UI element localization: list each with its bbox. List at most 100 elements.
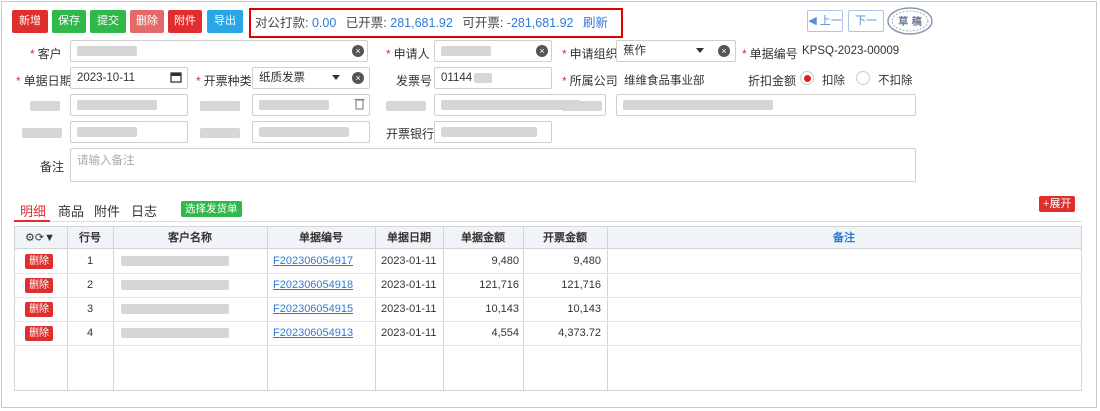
row-delete-button[interactable]: 删除 — [25, 326, 53, 341]
remark-textarea[interactable]: 请输入备注 — [70, 148, 916, 182]
trash-icon[interactable] — [354, 97, 365, 110]
row-customer — [121, 298, 229, 320]
refresh-link[interactable]: 刷新 — [583, 16, 608, 30]
available-label: 可开票: — [462, 16, 504, 30]
invoice-type-dropdown-icon — [332, 75, 340, 80]
row-amount: 4,554 — [491, 327, 519, 339]
row-number: 2 — [86, 279, 94, 291]
company-value: 维维食品事业部 — [624, 75, 705, 87]
row-number: 1 — [86, 255, 94, 267]
date-label: * 单据日期 — [16, 74, 72, 88]
invoice-address-label — [562, 98, 602, 112]
header-amount: 单据金额 — [461, 232, 505, 244]
chevron-left-icon: ◀ — [808, 15, 817, 27]
row-customer — [121, 250, 229, 272]
tax-id-input[interactable] — [70, 94, 188, 116]
tab-log[interactable]: 日志 — [131, 201, 157, 220]
draft-stamp-icon: 草 稿 — [887, 7, 933, 35]
phone-input[interactable] — [70, 121, 188, 143]
doc-no-value: KPSQ-2023-00009 — [802, 45, 900, 57]
tab-detail[interactable]: 明细 — [20, 201, 46, 220]
applicant-clear-icon[interactable]: × — [536, 45, 548, 57]
tax-id-label — [30, 98, 60, 112]
refresh-icon[interactable]: ⟳ — [35, 232, 44, 244]
row-date: 2023-01-11 — [381, 327, 437, 339]
amount-summary: 对公打款: 0.00 已开票: 281,681.92 可开票: -281,681… — [249, 8, 623, 38]
customer-input[interactable] — [70, 40, 368, 62]
gear-icon[interactable]: ⚙ — [25, 232, 35, 244]
new-button[interactable]: 新增 — [12, 10, 48, 33]
delete-button[interactable]: 删除 — [130, 10, 164, 33]
org-dropdown-icon — [696, 48, 704, 53]
bank-input[interactable] — [434, 121, 552, 143]
header-remark: 备注 — [833, 232, 855, 244]
discount-label: 折扣金额 — [748, 74, 797, 88]
available-value: -281,681.92 — [506, 16, 574, 30]
doc-no-label: * 单据编号 — [742, 47, 798, 61]
invoice-type-label: * 开票种类 — [196, 74, 252, 88]
row-customer — [121, 274, 229, 296]
discount-no-deduct-label: 不扣除 — [878, 75, 913, 87]
save-button[interactable]: 保存 — [52, 10, 86, 33]
address-input[interactable] — [252, 94, 370, 116]
discount-no-deduct-radio[interactable] — [856, 71, 870, 85]
row-docno-link[interactable]: F202306054917 — [273, 250, 353, 272]
prev-label: 上一 — [819, 15, 842, 27]
filter-icon[interactable]: ▼ — [44, 232, 55, 244]
invoice-no-input[interactable]: 01144 — [434, 67, 552, 89]
invoice-address-input[interactable] — [616, 94, 916, 116]
tab-divider — [14, 221, 1082, 222]
header-docno: 单据编号 — [299, 232, 343, 244]
public-payment-label: 对公打款: — [255, 16, 309, 30]
next-button[interactable]: 下一 — [848, 10, 884, 32]
calendar-icon[interactable] — [170, 71, 182, 83]
row-amount: 9,480 — [491, 255, 519, 267]
applicant-label: * 申请人 — [386, 47, 430, 61]
row-delete-button[interactable]: 删除 — [25, 278, 53, 293]
customer-clear-icon[interactable]: × — [352, 45, 364, 57]
row-date: 2023-01-11 — [381, 303, 437, 315]
table-settings[interactable]: ⚙⟳▼ — [25, 227, 55, 249]
prev-button[interactable]: ◀ 上一 — [807, 10, 843, 32]
phone-label — [22, 125, 62, 139]
active-tab-indicator — [14, 220, 50, 222]
applicant-input[interactable] — [434, 40, 552, 62]
row-docno-link[interactable]: F202306054913 — [273, 322, 353, 344]
tab-attachment[interactable]: 附件 — [94, 201, 120, 220]
invoice-type-clear-icon[interactable]: × — [352, 72, 364, 84]
row-delete-button[interactable]: 删除 — [25, 302, 53, 317]
address-label — [200, 98, 240, 112]
tab-goods[interactable]: 商品 — [58, 201, 84, 220]
header-invoice-amount: 开票金额 — [543, 232, 587, 244]
col-divider — [113, 227, 114, 390]
next-label: 下一 — [855, 15, 877, 27]
org-label: * 申请组织 — [562, 47, 618, 61]
expand-button[interactable]: +展开 — [1039, 196, 1076, 212]
invoice-title-label — [386, 98, 426, 112]
invoice-no-label: 发票号 — [396, 74, 433, 88]
row-invoice-amount: 10,143 — [567, 303, 601, 315]
detail-table: ⚙⟳▼ 行号 客户名称 单据编号 单据日期 单据金额 开票金额 备注 删除 1 … — [14, 226, 1082, 391]
export-button[interactable]: 导出 — [207, 10, 243, 33]
org-clear-icon[interactable]: × — [718, 45, 730, 57]
row-docno-link[interactable]: F202306054915 — [273, 298, 353, 320]
contact-input[interactable] — [252, 121, 370, 143]
expand-label: 展开 — [1049, 198, 1072, 210]
row-delete-button[interactable]: 删除 — [25, 254, 53, 269]
attachment-button[interactable]: 附件 — [168, 10, 202, 33]
col-divider — [375, 227, 376, 390]
submit-button[interactable]: 提交 — [90, 10, 126, 33]
row-docno-link[interactable]: F202306054918 — [273, 274, 353, 296]
row-date: 2023-01-11 — [381, 255, 437, 267]
row-customer — [121, 322, 229, 344]
discount-deduct-radio[interactable] — [800, 71, 814, 85]
row-invoice-amount: 121,716 — [561, 279, 601, 291]
select-delivery-button[interactable]: 选择发货单 — [181, 201, 242, 217]
header-customer: 客户名称 — [168, 232, 212, 244]
col-divider — [607, 227, 608, 390]
remark-label: 备注 — [40, 160, 65, 174]
row-invoice-amount: 4,373.72 — [558, 327, 601, 339]
row-amount: 121,716 — [479, 279, 519, 291]
header-rownum: 行号 — [79, 232, 101, 244]
header-date: 单据日期 — [387, 232, 431, 244]
